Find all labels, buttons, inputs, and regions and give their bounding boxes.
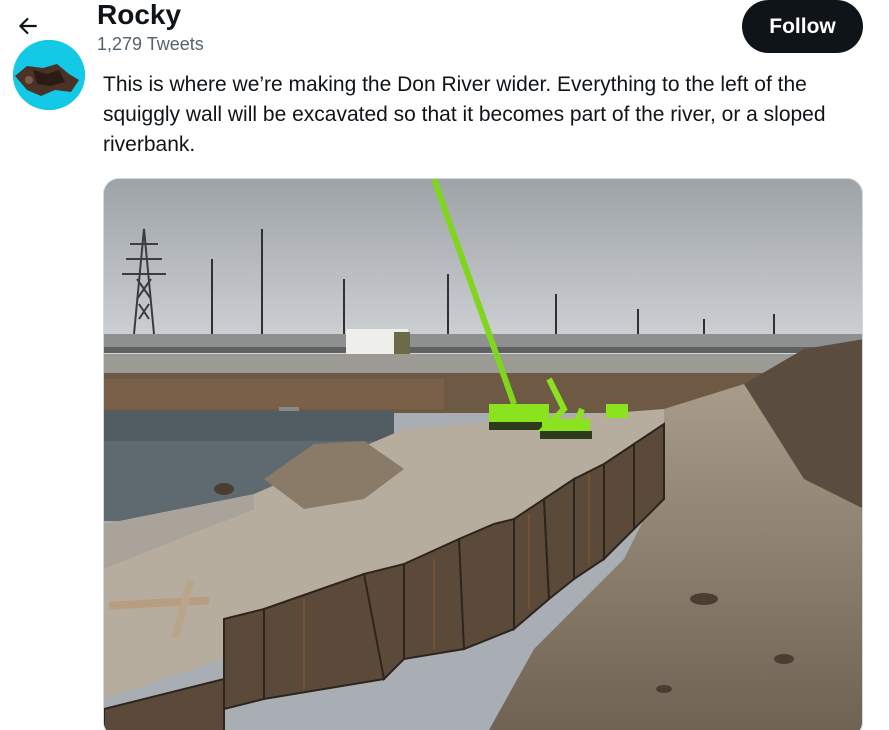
tweet-photo[interactable] <box>103 178 863 730</box>
profile-name: Rocky <box>97 0 182 30</box>
back-button[interactable] <box>10 8 46 44</box>
tweet-text: This is where we’re making the Don River… <box>103 73 826 156</box>
arrow-left-icon <box>18 17 37 35</box>
construction-photo <box>104 179 862 730</box>
profile-header: Rocky 1,279 Tweets Follow <box>0 0 889 62</box>
avatar-image <box>13 40 85 110</box>
avatar[interactable] <box>13 40 85 110</box>
follow-button[interactable]: Follow <box>742 0 863 53</box>
tweet-count: 1,279 Tweets <box>97 34 204 54</box>
header-titles: Rocky 1,279 Tweets <box>97 0 204 55</box>
